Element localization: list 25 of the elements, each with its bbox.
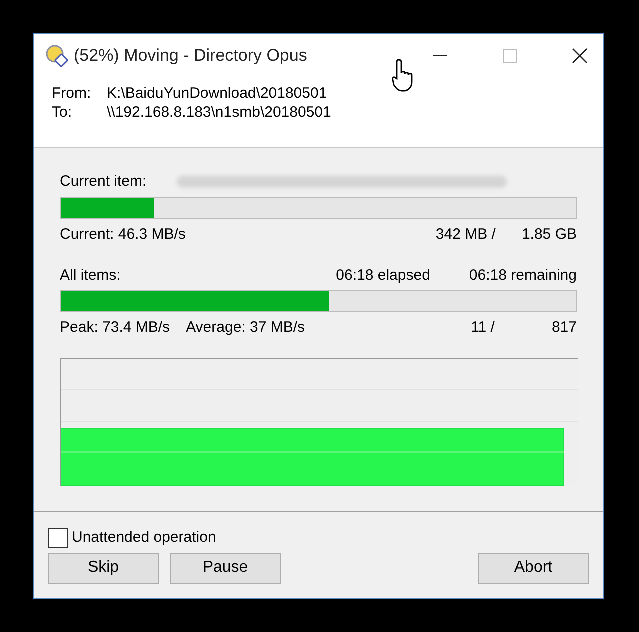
window-title: (52%) Moving - Directory Opus: [74, 45, 308, 68]
current-item-label: Current item:: [60, 172, 147, 192]
minimize-icon: [433, 55, 447, 57]
average-speed: Average: 37 MB/s: [186, 318, 306, 337]
path-value: K:\BaiduYunDownload\20180501: [107, 84, 328, 103]
abort-button[interactable]: Abort: [478, 552, 589, 584]
maximize-icon: [503, 49, 517, 63]
action-button[interactable]: Pause: [170, 552, 281, 584]
all-items-label: All items:: [60, 266, 121, 285]
bytes-done: 342 MB /: [436, 225, 496, 244]
close-icon: [572, 48, 588, 64]
items-done: 11 /: [471, 318, 495, 337]
app-icon: [46, 45, 68, 67]
items-total: 817: [552, 318, 577, 337]
path-label: From:: [52, 84, 92, 103]
bytes-total: 1.85 GB: [522, 225, 577, 244]
remaining-time: 06:18 remaining: [469, 266, 577, 285]
path-value: \\192.168.8.183\n1smb\20180501: [107, 103, 332, 122]
current-speed: Current: 46.3 MB/s: [60, 225, 186, 244]
checkbox-label: Unattended operation: [72, 528, 216, 548]
checkbox[interactable]: [48, 528, 68, 548]
elapsed-time: 06:18 elapsed: [336, 266, 430, 285]
action-button[interactable]: Skip: [48, 552, 159, 584]
path-label: To:: [52, 103, 74, 122]
peak-speed: Peak: 73.4 MB/s: [60, 318, 170, 337]
